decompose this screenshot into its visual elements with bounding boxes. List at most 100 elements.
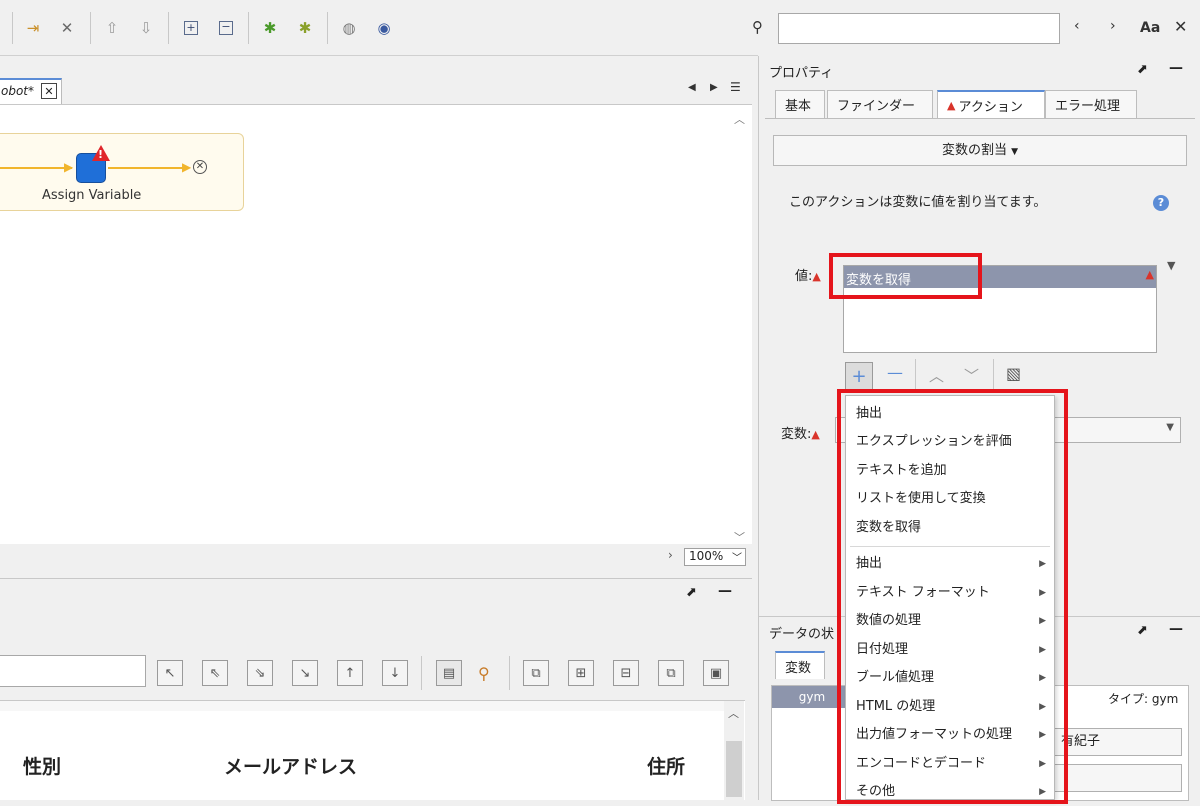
maximize-icon[interactable]: ⬈ [1137,62,1148,77]
search-input[interactable] [778,13,1060,44]
add-button[interactable]: + [845,362,873,390]
chevron-down-icon: ﹀ [732,553,742,564]
delete-button[interactable]: ⊟ [613,660,639,686]
zoom-value: 100% [689,549,724,563]
preview-button[interactable]: ▣ [703,660,729,686]
minimize-icon[interactable]: — [718,583,732,599]
toolbar-separator [993,359,994,391]
table-header-gender[interactable]: 性別 [23,752,61,779]
duplicate-button[interactable]: ⧉ [658,660,684,686]
workflow-canvas[interactable]: ▶ ! ▶ ✕ Assign Variable ︿ ﹀ [0,104,752,544]
help-icon[interactable]: ? [1153,195,1169,211]
toolbar-separator [90,12,91,44]
vertical-scroll-down-icon[interactable]: ﹀ [734,529,745,545]
data-state-title: データの状 [769,627,835,642]
table-scrollbar[interactable]: ︿ [724,701,744,801]
document-button[interactable]: ▤ [436,660,462,686]
properties-title: プロパティ [769,66,834,81]
move-down-icon[interactable]: ﹀ [964,365,979,386]
toolbar-separator [12,12,13,44]
value-highlight-box [829,253,982,299]
toolbar-separator [509,656,510,690]
toolbar-separator [915,359,916,391]
search-bar: ⚲ ‹ › Aa ✕ [752,0,1200,56]
settings-globe-icon[interactable]: ◍ [338,17,360,39]
expand-icon[interactable]: + [180,17,202,39]
minimize-icon[interactable]: — [1169,621,1183,637]
previous-icon[interactable]: ‹ [1074,18,1080,34]
variable-label: 変数:▲ [781,427,820,442]
flow-line [108,167,188,169]
match-case-icon[interactable]: Aa [1140,20,1160,36]
node-label: Assign Variable [42,188,142,203]
bottom-panel-toolbar: ↖ ⇖ ⇘ ↘ ↑ ↓ ▤ ⚲ ⧉ ⊞ ⊟ ⧉ ▣ [0,608,752,700]
toolbar-separator [248,12,249,44]
user-globe-icon[interactable]: ◉ [373,17,395,39]
bottom-panel-header: ⬈ — [0,578,752,608]
move-up-icon[interactable]: ⇧ [101,17,123,39]
flow-line [0,167,72,169]
flow-arrow-icon: ▶ [182,160,192,174]
move-down-right-button[interactable]: ⇘ [247,660,273,686]
editor-tab-strip: obot* ✕ ◀ ▶ ☰ [0,56,752,104]
next-icon[interactable]: › [1110,18,1116,34]
remove-button[interactable]: — [887,363,903,382]
copy-button[interactable]: ⧉ [523,660,549,686]
table-header-address[interactable]: 住所 [647,752,685,779]
close-tab-icon[interactable]: ✕ [41,83,57,99]
tab-finder[interactable]: ファインダー [827,90,933,118]
debug-run-icon[interactable]: ✱ [294,17,316,39]
step-into-icon[interactable]: ⇥ [22,17,44,39]
scroll-up-icon[interactable]: ︿ [728,705,739,721]
move-down-icon[interactable]: ⇩ [135,17,157,39]
close-search-icon[interactable]: ✕ [1174,17,1187,36]
move-up-button[interactable]: ↑ [337,660,363,686]
toolbar-separator [327,12,328,44]
move-up-left-button[interactable]: ⇖ [202,660,228,686]
editor-tab-label: obot* [1,84,35,98]
data-table: 性別 メールアドレス 住所 ︿ [0,700,745,801]
toolbar-separator [421,656,422,690]
warning-icon: ▲ [812,270,821,283]
chevron-down-icon: ▼ [1166,422,1174,433]
action-select-button[interactable]: 変数の割当 ▼ [773,135,1187,166]
table-header-email[interactable]: メールアドレス [224,752,357,779]
move-up-icon[interactable]: ︿ [929,365,944,386]
maximize-icon[interactable]: ⬈ [686,585,697,600]
tab-action[interactable]: ▲ アクション [937,90,1045,118]
tab-error-handling[interactable]: エラー処理 [1045,90,1137,118]
tab-list-icon[interactable]: ☰ [730,80,741,94]
value-dropdown-icon[interactable]: ▼ [1167,259,1175,272]
move-last-button[interactable]: ↘ [292,660,318,686]
scroll-thumb[interactable] [726,741,742,797]
move-first-button[interactable]: ↖ [157,660,183,686]
expand-right-icon[interactable]: › [668,548,673,562]
value-label: 値:▲ [795,269,821,284]
tab-basic[interactable]: 基本 [775,90,825,118]
flow-arrow-icon: ▶ [64,160,74,174]
zoom-search-icon[interactable]: ⚲ [478,664,490,683]
minimize-icon[interactable]: — [1169,60,1183,76]
add-copy-button[interactable]: ⊞ [568,660,594,686]
debug-bug-icon[interactable]: ✱ [259,17,281,39]
move-down-button[interactable]: ↓ [382,660,408,686]
collapse-icon[interactable]: − [215,17,237,39]
scroll-left-icon[interactable]: ◀ [688,82,696,93]
vertical-scroll-up-icon[interactable]: ︿ [734,111,745,127]
tab-variables[interactable]: 変数 [775,651,825,679]
warning-icon: ▲ [811,428,820,441]
canvas-statusbar: › 100% ﹀ [0,544,752,570]
filter-input[interactable] [0,655,146,687]
menu-highlight-box [837,389,1068,804]
action-description: このアクションは変数に値を割り当てます。 [789,195,1047,210]
warning-icon: ▲ [947,98,956,112]
editor-tab[interactable]: obot* ✕ [0,78,62,104]
table-header-strip [0,701,724,711]
scroll-right-icon[interactable]: ▶ [710,82,718,93]
zoom-select[interactable]: 100% ﹀ [684,548,746,566]
node-warning-mark: ! [98,148,104,161]
maximize-icon[interactable]: ⬈ [1137,623,1148,638]
search-icon: ⚲ [752,18,763,36]
step-out-icon[interactable]: ✕ [56,17,78,39]
edit-icon[interactable]: ▧ [1006,364,1021,383]
